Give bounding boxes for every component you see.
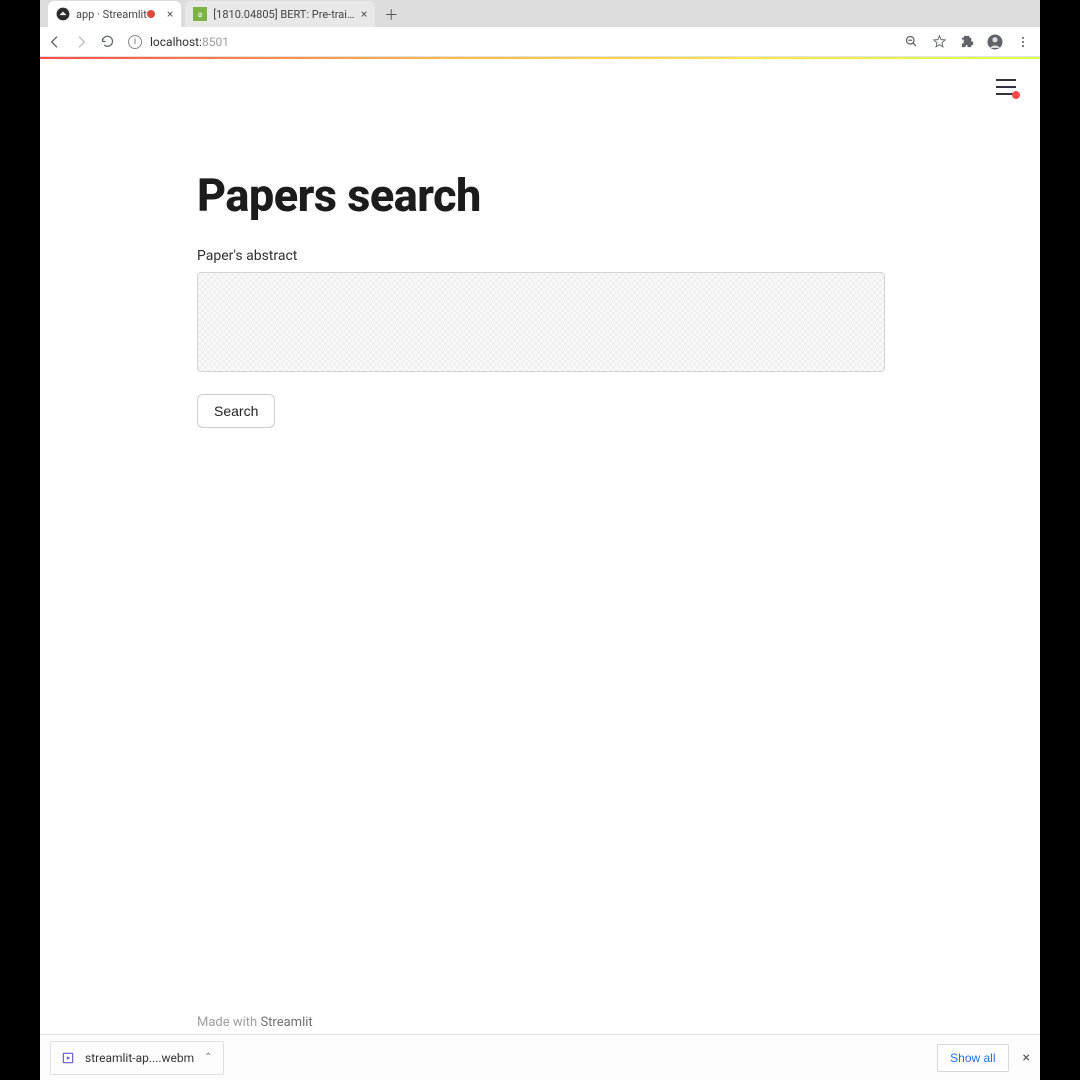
streamlit-favicon	[56, 7, 70, 21]
recording-indicator-icon	[147, 10, 155, 18]
tab-app-streamlit[interactable]: app · Streamlit ×	[48, 1, 181, 27]
streamlit-footer: Made with Streamlit	[197, 1015, 313, 1030]
tab-strip: app · Streamlit × a [1810.04805] BERT: P…	[40, 0, 1040, 27]
footer-prefix: Made with	[197, 1015, 260, 1030]
close-download-bar-icon[interactable]: ×	[1023, 1050, 1030, 1066]
streamlit-link[interactable]: Streamlit	[260, 1015, 312, 1030]
search-button[interactable]: Search	[197, 394, 275, 428]
page-title: Papers search	[197, 169, 885, 222]
streamlit-menu-button[interactable]	[996, 79, 1016, 95]
main-content: Papers search Paper's abstract Search	[197, 169, 885, 428]
browser-window: app · Streamlit × a [1810.04805] BERT: P…	[40, 0, 1040, 1080]
download-item[interactable]: streamlit-ap....webm ⌃	[50, 1041, 224, 1075]
show-all-downloads-button[interactable]: Show all	[937, 1044, 1008, 1072]
close-tab-icon[interactable]: ×	[361, 7, 367, 21]
tab-title: app · Streamlit	[76, 8, 147, 21]
reload-icon[interactable]	[98, 33, 116, 51]
download-bar: streamlit-ap....webm ⌃ Show all ×	[40, 1034, 1040, 1080]
arxiv-favicon: a	[193, 7, 207, 21]
download-filename: streamlit-ap....webm	[85, 1051, 194, 1065]
video-file-icon	[61, 1051, 75, 1065]
zoom-icon[interactable]	[902, 33, 920, 51]
address-host: localhost:	[150, 35, 202, 49]
hamburger-icon	[996, 79, 1016, 95]
toolbar-right	[902, 33, 1032, 51]
page-body: Papers search Paper's abstract Search Ma…	[40, 59, 1040, 1080]
chevron-up-icon[interactable]: ⌃	[204, 1052, 212, 1063]
site-info-icon[interactable]: i	[128, 35, 142, 49]
chrome-menu-icon[interactable]	[1014, 33, 1032, 51]
extensions-icon[interactable]	[958, 33, 976, 51]
svg-text:a: a	[198, 9, 202, 19]
tab-title: [1810.04805] BERT: Pre-train...	[213, 8, 355, 21]
running-indicator-icon	[1012, 91, 1020, 99]
forward-icon	[72, 33, 90, 51]
new-tab-button[interactable]: ＋	[379, 3, 403, 27]
browser-toolbar: i localhost:8501	[40, 27, 1040, 57]
abstract-input[interactable]	[197, 272, 885, 372]
address-port: 8501	[202, 35, 229, 49]
address-bar[interactable]: localhost:8501	[150, 35, 894, 49]
abstract-label: Paper's abstract	[197, 248, 885, 264]
tab-arxiv-bert[interactable]: a [1810.04805] BERT: Pre-train... ×	[185, 1, 375, 27]
profile-icon[interactable]	[986, 33, 1004, 51]
close-tab-icon[interactable]: ×	[167, 7, 173, 21]
bookmark-star-icon[interactable]	[930, 33, 948, 51]
back-icon[interactable]	[46, 33, 64, 51]
